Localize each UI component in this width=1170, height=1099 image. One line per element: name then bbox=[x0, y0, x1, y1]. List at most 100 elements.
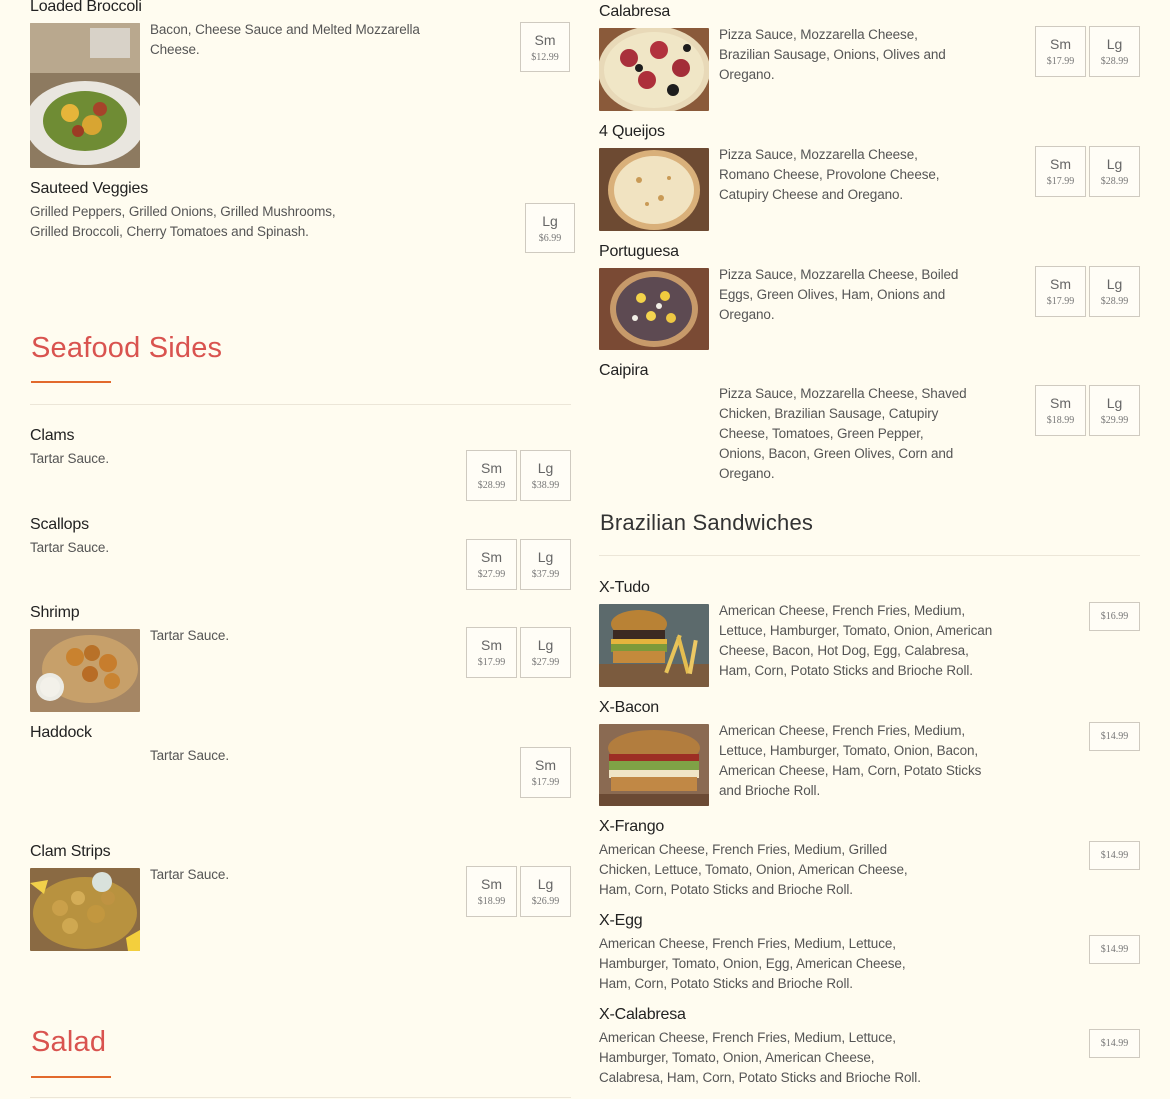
item-name: Scallops bbox=[30, 516, 89, 533]
price-amount: $17.99 bbox=[1046, 296, 1075, 307]
food-photo bbox=[30, 629, 140, 712]
size-label: Sm bbox=[1050, 395, 1071, 411]
item-name: X-Bacon bbox=[599, 699, 659, 716]
size-label: Lg bbox=[537, 637, 554, 653]
item-description: Bacon, Cheese Sauce and Melted Mozzarell… bbox=[150, 22, 420, 57]
price-option-sm[interactable]: Sm $17.99 bbox=[1035, 146, 1086, 197]
price-option-lg[interactable]: Lg $28.99 bbox=[1089, 146, 1140, 197]
item-description: American Cheese, French Fries, Medium, L… bbox=[599, 1030, 921, 1085]
price-amount: $28.99 bbox=[477, 480, 506, 491]
price-option[interactable]: $14.99 bbox=[1089, 722, 1140, 751]
price-option[interactable]: $16.99 bbox=[1089, 602, 1140, 631]
price-amount: $6.99 bbox=[538, 233, 562, 244]
price-option[interactable]: $14.99 bbox=[1089, 1029, 1140, 1058]
item-description: American Cheese, French Fries, Medium, G… bbox=[599, 842, 908, 897]
food-photo bbox=[599, 148, 709, 231]
item-name: X-Calabresa bbox=[599, 1006, 686, 1023]
price-option-sm[interactable]: Sm $28.99 bbox=[466, 450, 517, 501]
price-amount: $29.99 bbox=[1100, 415, 1129, 426]
section-title: Brazilian Sandwiches bbox=[600, 510, 814, 535]
size-label: Lg bbox=[537, 460, 554, 476]
price-amount: $27.99 bbox=[477, 569, 506, 580]
item-name: Calabresa bbox=[599, 3, 671, 20]
price-option-sm[interactable]: Sm $17.99 bbox=[466, 627, 517, 678]
item-name: Sauteed Veggies bbox=[30, 180, 148, 197]
food-photo bbox=[599, 604, 709, 687]
price-option-lg[interactable]: Lg $37.99 bbox=[520, 539, 571, 590]
price-option-lg[interactable]: Lg $29.99 bbox=[1089, 385, 1140, 436]
price-option-lg[interactable]: Lg $26.99 bbox=[520, 866, 571, 917]
price-amount: $17.99 bbox=[1046, 56, 1075, 67]
section-underline bbox=[31, 1076, 111, 1078]
size-label: Lg bbox=[537, 876, 554, 892]
price-option-sm[interactable]: Sm $17.99 bbox=[1035, 26, 1086, 77]
price-option-sm[interactable]: Sm $18.99 bbox=[1035, 385, 1086, 436]
section-title: Seafood Sides bbox=[31, 332, 223, 364]
item-description: Tartar Sauce. bbox=[30, 451, 109, 466]
item-name: Portuguesa bbox=[599, 243, 679, 260]
size-label: Sm bbox=[535, 757, 556, 773]
item-description: American Cheese, French Fries, Medium, L… bbox=[719, 723, 982, 798]
item-description: Tartar Sauce. bbox=[150, 748, 229, 763]
price-option-lg[interactable]: Lg $38.99 bbox=[520, 450, 571, 501]
price-amount: $28.99 bbox=[1100, 56, 1129, 67]
size-label: Lg bbox=[1106, 36, 1123, 52]
price-option-sm[interactable]: Sm $18.99 bbox=[466, 866, 517, 917]
food-photo bbox=[30, 868, 140, 951]
item-description: American Cheese, French Fries, Medium, L… bbox=[719, 603, 993, 678]
price-amount: $37.99 bbox=[531, 569, 560, 580]
food-photo bbox=[599, 724, 709, 806]
item-description: Pizza Sauce, Mozzarella Cheese, Romano C… bbox=[719, 147, 940, 202]
item-description: American Cheese, French Fries, Medium, L… bbox=[599, 936, 906, 991]
price-option-lg[interactable]: Lg $28.99 bbox=[1089, 266, 1140, 317]
section-title: Salad bbox=[31, 1026, 107, 1058]
price-option-sm[interactable]: Sm $27.99 bbox=[466, 539, 517, 590]
section-divider bbox=[30, 404, 571, 405]
size-label: Sm bbox=[481, 637, 502, 653]
price-option-sm[interactable]: Sm $17.99 bbox=[520, 747, 571, 798]
size-label: Sm bbox=[534, 32, 556, 48]
item-name: Loaded Broccoli bbox=[30, 0, 142, 15]
price-amount: $28.99 bbox=[1100, 296, 1129, 307]
item-description: Tartar Sauce. bbox=[150, 867, 229, 882]
item-description: Tartar Sauce. bbox=[30, 540, 109, 555]
price-amount: $18.99 bbox=[1046, 415, 1075, 426]
food-photo bbox=[599, 268, 709, 350]
item-name: Caipira bbox=[599, 362, 649, 379]
price-amount: $38.99 bbox=[531, 480, 560, 491]
size-label: Sm bbox=[481, 876, 502, 892]
item-description: Pizza Sauce, Mozzarella Cheese, Brazilia… bbox=[719, 27, 946, 82]
food-photo bbox=[30, 23, 140, 168]
item-description: Pizza Sauce, Mozzarella Cheese, Boiled E… bbox=[719, 267, 959, 322]
price-option[interactable]: $14.99 bbox=[1089, 935, 1140, 964]
section-divider bbox=[599, 555, 1140, 556]
size-label: Lg bbox=[537, 549, 554, 565]
price-option-sm[interactable]: Sm $17.99 bbox=[1035, 266, 1086, 317]
size-label: Sm bbox=[481, 460, 502, 476]
price-option-lg[interactable]: Lg $6.99 bbox=[525, 203, 575, 253]
price-option[interactable]: $14.99 bbox=[1089, 841, 1140, 870]
price-amount: $17.99 bbox=[477, 657, 506, 668]
item-name: Haddock bbox=[30, 724, 92, 741]
item-description: Tartar Sauce. bbox=[150, 628, 229, 643]
right-column: Calabresa Pizza Sauce, Mozzarella Cheese… bbox=[599, 0, 1140, 1099]
size-label: Lg bbox=[1106, 276, 1123, 292]
price-option-lg[interactable]: Lg $28.99 bbox=[1089, 26, 1140, 77]
left-column: Loaded Broccoli Bacon, Cheese Sauce and … bbox=[30, 0, 575, 1099]
size-label: Sm bbox=[1050, 36, 1071, 52]
size-label: Lg bbox=[542, 213, 558, 229]
size-label: Sm bbox=[1050, 276, 1071, 292]
food-photo bbox=[599, 28, 709, 111]
price-amount: $26.99 bbox=[531, 896, 560, 907]
price-amount: $17.99 bbox=[1046, 176, 1075, 187]
item-name: Clam Strips bbox=[30, 843, 111, 860]
item-name: X-Frango bbox=[599, 818, 665, 835]
price-amount: $12.99 bbox=[531, 52, 559, 63]
item-description: Pizza Sauce, Mozzarella Cheese, Shaved C… bbox=[719, 386, 967, 481]
price-option-sm[interactable]: Sm $12.99 bbox=[520, 22, 570, 72]
section-divider bbox=[30, 1097, 571, 1098]
price-option-lg[interactable]: Lg $27.99 bbox=[520, 627, 571, 678]
item-name: Shrimp bbox=[30, 604, 80, 621]
item-name: X-Tudo bbox=[599, 579, 650, 596]
size-label: Lg bbox=[1106, 156, 1123, 172]
